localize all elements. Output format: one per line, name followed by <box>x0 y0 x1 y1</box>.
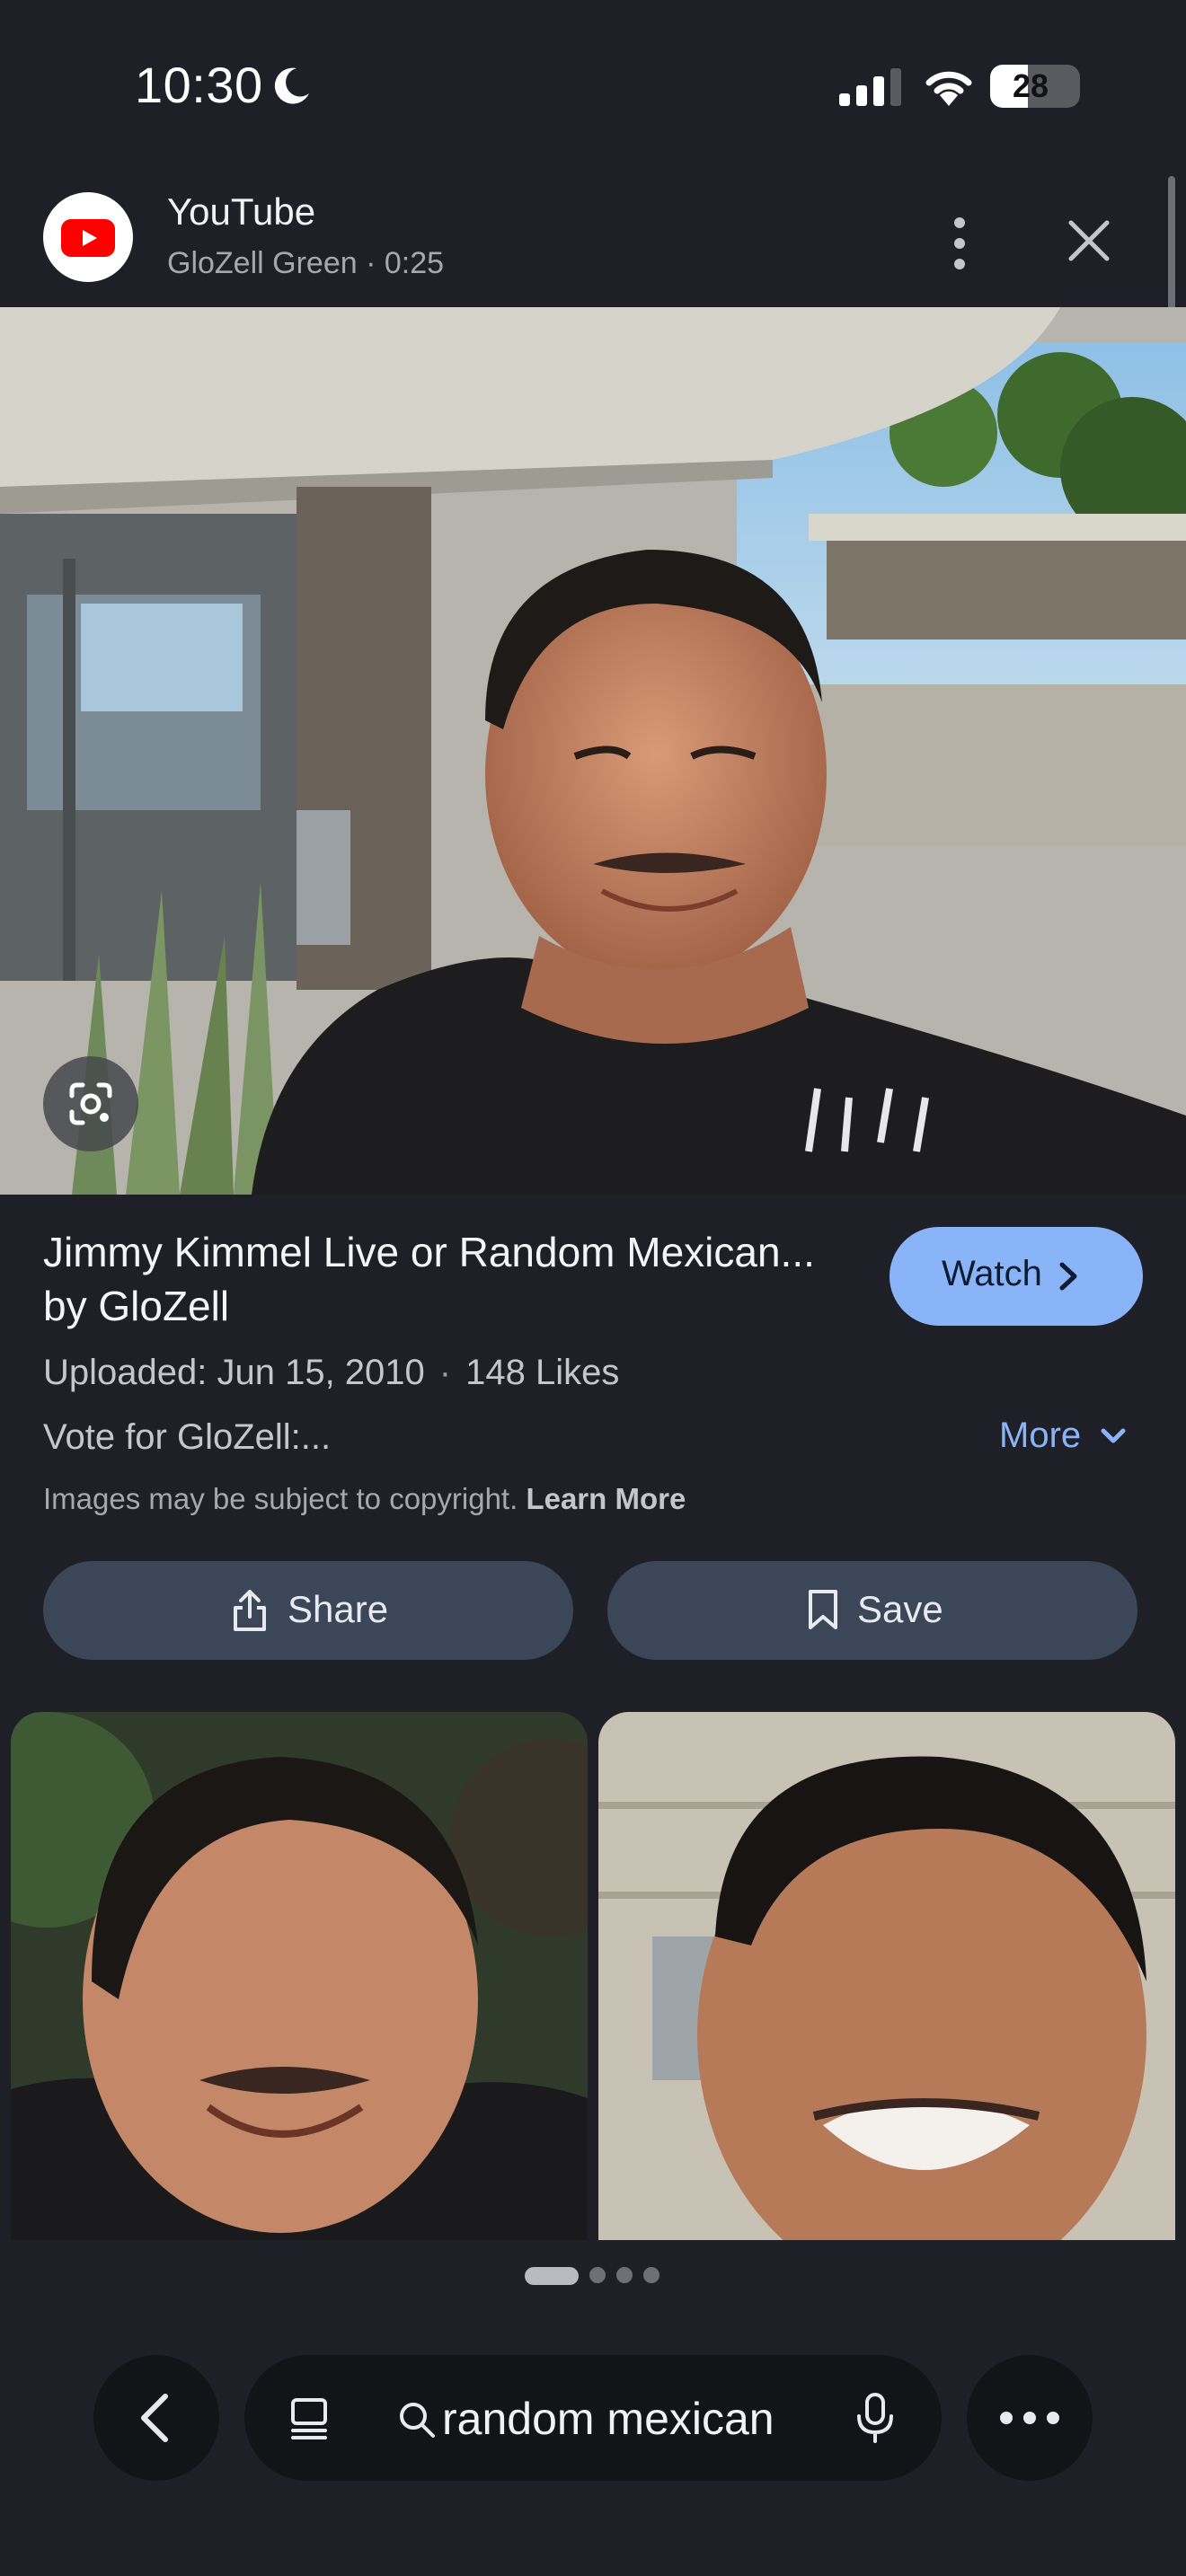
more-horiz-icon <box>1000 2412 1059 2424</box>
pager-dot[interactable] <box>589 2267 606 2283</box>
battery-level: 28 <box>1012 67 1049 104</box>
close-icon[interactable] <box>1060 212 1118 269</box>
save-button[interactable]: Save <box>607 1561 1137 1660</box>
separator: · <box>438 1353 452 1392</box>
cellular-signal-icon <box>839 68 901 106</box>
google-lens-button[interactable] <box>43 1056 138 1151</box>
upload-info: Uploaded: Jun 15, 2010 · 148 Likes <box>43 1353 619 1393</box>
status-time: 10:30 <box>135 57 263 113</box>
share-button[interactable]: Share <box>43 1561 573 1660</box>
result-title[interactable]: Jimmy Kimmel Live or Random Mexican... b… <box>43 1225 852 1333</box>
save-label: Save <box>857 1588 943 1630</box>
source-name: YouTube <box>167 190 316 233</box>
lens-icon <box>69 1082 112 1125</box>
scrollbar[interactable] <box>1168 176 1175 311</box>
more-button[interactable]: More <box>999 1416 1081 1456</box>
copyright-text: Images may be subject to copyright. <box>43 1482 518 1515</box>
back-button[interactable] <box>93 2355 219 2481</box>
youtube-logo-icon <box>43 192 133 282</box>
related-image[interactable] <box>598 1712 1175 2240</box>
pager-dot[interactable] <box>616 2267 633 2283</box>
watch-label: Watch <box>942 1254 1042 1293</box>
description: Vote for GloZell:... <box>43 1417 332 1457</box>
back-chevron-icon <box>141 2394 168 2442</box>
chevron-right-icon <box>1059 1262 1077 1291</box>
source-header[interactable]: YouTube GloZell Green · 0:25 <box>0 171 1186 307</box>
chevron-down-icon[interactable] <box>1100 1426 1127 1446</box>
more-vert-icon[interactable] <box>934 212 985 275</box>
search-query[interactable]: random mexican <box>442 2393 774 2445</box>
watch-button[interactable]: Watch <box>890 1227 1143 1326</box>
share-label: Share <box>288 1588 389 1630</box>
mic-icon[interactable] <box>855 2391 895 2445</box>
tabs-icon[interactable] <box>286 2395 332 2441</box>
status-bar: 10:30 28 <box>0 0 1186 171</box>
main-result-image[interactable] <box>0 307 1186 1195</box>
share-icon <box>234 1590 266 1631</box>
wifi-icon <box>925 71 972 106</box>
related-image[interactable] <box>11 1712 588 2240</box>
bookmark-icon <box>809 1590 837 1629</box>
pager-dot[interactable] <box>643 2267 659 2283</box>
likes-count: 148 Likes <box>465 1353 620 1392</box>
source-meta: GloZell Green · 0:25 <box>167 246 445 280</box>
moon-icon <box>274 67 309 104</box>
upload-date: Uploaded: Jun 15, 2010 <box>43 1353 425 1392</box>
pager-dot-active[interactable] <box>525 2267 579 2285</box>
search-icon <box>400 2403 435 2438</box>
image-viewer-page: 10:30 28 YouTube GloZell Green · 0:25 Ji… <box>0 0 1186 2576</box>
copyright-notice: Images may be subject to copyright. Lear… <box>43 1482 686 1516</box>
learn-more-link[interactable]: Learn More <box>526 1482 686 1515</box>
search-bar[interactable]: random mexican <box>244 2355 942 2481</box>
battery-icon: 28 <box>990 65 1080 108</box>
more-menu-button[interactable] <box>967 2355 1093 2481</box>
